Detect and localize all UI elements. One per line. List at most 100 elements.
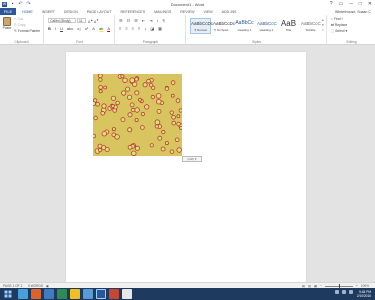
style-sample: AaBbCc <box>235 20 254 26</box>
find-button[interactable]: ⌕ Find ▾ <box>331 17 343 21</box>
align-center-icon[interactable]: ≡ <box>125 26 127 31</box>
powerpoint-icon[interactable] <box>109 289 119 299</box>
paste-options-button[interactable]: (Ctrl) ▾ <box>182 156 202 162</box>
tab-design[interactable]: DESIGN <box>64 10 78 14</box>
bullets-icon[interactable]: ☰ <box>119 18 123 23</box>
outlook-icon[interactable] <box>83 289 93 299</box>
copy-button[interactable]: ⎘ Copy <box>14 23 26 27</box>
line-spacing-icon[interactable]: ↨ <box>144 26 146 31</box>
blood-cell <box>130 107 136 113</box>
text-effects-icon[interactable]: A <box>92 26 95 32</box>
flag-icon[interactable] <box>349 290 353 294</box>
tab-mailings[interactable]: MAILINGS <box>154 10 171 14</box>
blood-cell <box>134 90 140 96</box>
blood-cell <box>156 99 162 105</box>
tab-file[interactable]: FILE <box>0 8 16 15</box>
style-no-spacing[interactable]: AaBbCcDc ¶ No Spac... <box>212 18 235 34</box>
style-subtitle[interactable]: AaBbCcC Subtitle <box>300 18 321 34</box>
zoom-slider[interactable] <box>324 284 353 288</box>
style-heading-1[interactable]: AaBbCc Heading 1 <box>234 18 255 34</box>
ribbon-tabs: FILE HOME INSERT DESIGN PAGE LAYOUT REFE… <box>0 8 375 15</box>
align-left-icon[interactable]: ≡ <box>119 26 121 31</box>
tab-review[interactable]: REVIEW <box>180 10 194 14</box>
grow-font-icon[interactable]: A▲ A▼ <box>88 18 99 24</box>
justify-icon[interactable]: ≡ <box>138 26 140 31</box>
explorer-icon[interactable] <box>70 289 80 299</box>
ie-icon[interactable] <box>18 289 28 299</box>
proofing-icon[interactable]: ▣ <box>46 284 49 288</box>
blood-cell <box>134 145 140 151</box>
styles-scroll-icon[interactable]: ▴ ▾ ▿ <box>322 18 324 33</box>
style-normal[interactable]: AaBbCcDc ¶ Normal <box>190 18 213 34</box>
font-color-icon[interactable]: A <box>107 26 111 32</box>
blood-cell <box>122 77 128 83</box>
blood-cell <box>171 120 177 126</box>
superscript-icon[interactable]: x² <box>85 26 88 32</box>
highlight-icon[interactable]: ab <box>98 26 104 32</box>
increase-indent-icon[interactable]: ⇥ <box>149 18 152 23</box>
close-button[interactable]: ✕ <box>368 1 372 7</box>
blood-cell <box>169 149 175 154</box>
blood-cell <box>131 150 137 156</box>
format-painter-button[interactable]: ✎ Format Painter <box>14 29 40 33</box>
volume-icon[interactable] <box>342 290 346 294</box>
blood-cell <box>138 97 142 102</box>
font-format-row: B I U abc x₂ x² A ab A <box>48 26 111 32</box>
tab-page-layout[interactable]: PAGE LAYOUT <box>87 10 112 14</box>
tab-home[interactable]: HOME <box>22 10 33 14</box>
folder-icon[interactable] <box>44 289 54 299</box>
copy-label: Copy <box>17 23 26 27</box>
numbering-icon[interactable]: ☷ <box>127 18 131 23</box>
blood-cell <box>97 147 103 153</box>
user-name[interactable]: Winterhouse, Susan C <box>335 10 371 14</box>
tab-view[interactable]: VIEW <box>203 10 212 14</box>
style-title[interactable]: AaB Title <box>278 18 299 34</box>
underline-icon[interactable]: U <box>60 26 63 32</box>
chrome-icon[interactable] <box>57 289 67 299</box>
blood-cell <box>161 129 166 135</box>
font-size-select[interactable]: 11 <box>77 18 86 23</box>
style-heading-2[interactable]: AaBbCcC Heading 2 <box>256 18 277 34</box>
blood-cell <box>98 89 103 94</box>
replace-button[interactable]: ⇄ Replace <box>331 23 347 27</box>
font-group: Calibri (Body) 11 A▲ A▼ B I U abc x₂ x² … <box>45 15 115 45</box>
ribbon-display-icon[interactable]: ▭ <box>338 1 343 7</box>
style-name: ¶ Normal <box>194 28 207 32</box>
subscript-icon[interactable]: x₂ <box>77 26 81 32</box>
bold-icon[interactable]: B <box>48 26 51 32</box>
style-name: Heading 1 <box>237 28 252 32</box>
shading-icon[interactable]: ◪ <box>150 26 154 31</box>
window-title: Document1 - Word <box>170 1 205 7</box>
start-button[interactable] <box>3 289 13 299</box>
maximize-button[interactable]: □ <box>359 1 362 7</box>
sort-icon[interactable]: ↕ <box>157 18 159 23</box>
inserted-picture[interactable] <box>93 74 182 156</box>
help-icon[interactable]: ? <box>330 1 333 7</box>
blood-cell <box>110 95 117 101</box>
cut-button[interactable]: ✂ Cut <box>14 17 23 21</box>
strikethrough-icon[interactable]: abc <box>67 26 73 32</box>
select-button[interactable]: ⬚ Select ▾ <box>331 29 347 33</box>
decrease-indent-icon[interactable]: ⇤ <box>142 18 145 23</box>
minimize-button[interactable]: ─ <box>349 1 353 7</box>
tab-add-ins[interactable]: ADD-INS <box>222 10 237 14</box>
tab-insert[interactable]: INSERT <box>42 10 55 14</box>
align-right-icon[interactable]: ≡ <box>132 26 134 31</box>
network-icon[interactable] <box>335 290 339 294</box>
style-name: Heading 2 <box>259 28 274 32</box>
paste-button[interactable]: Paste <box>2 17 12 31</box>
show-marks-icon[interactable]: ¶ <box>163 18 165 23</box>
clock[interactable]: 5:48 PM 2/10/2016 <box>357 290 371 299</box>
font-group-label: Font <box>76 40 83 44</box>
styles-group-label: Styles <box>252 40 261 44</box>
cut-label: Cut <box>17 17 24 21</box>
word-icon[interactable] <box>96 289 106 299</box>
paste-icon <box>3 17 11 26</box>
multilevel-list-icon[interactable]: ☰ <box>134 18 138 23</box>
tab-references[interactable]: REFERENCES <box>121 10 146 14</box>
firefox-icon[interactable] <box>31 289 41 299</box>
font-name-select[interactable]: Calibri (Body) <box>48 18 76 23</box>
app-icon[interactable] <box>122 289 132 299</box>
italic-icon[interactable]: I <box>55 26 56 32</box>
borders-icon[interactable]: ▦ <box>158 26 162 31</box>
